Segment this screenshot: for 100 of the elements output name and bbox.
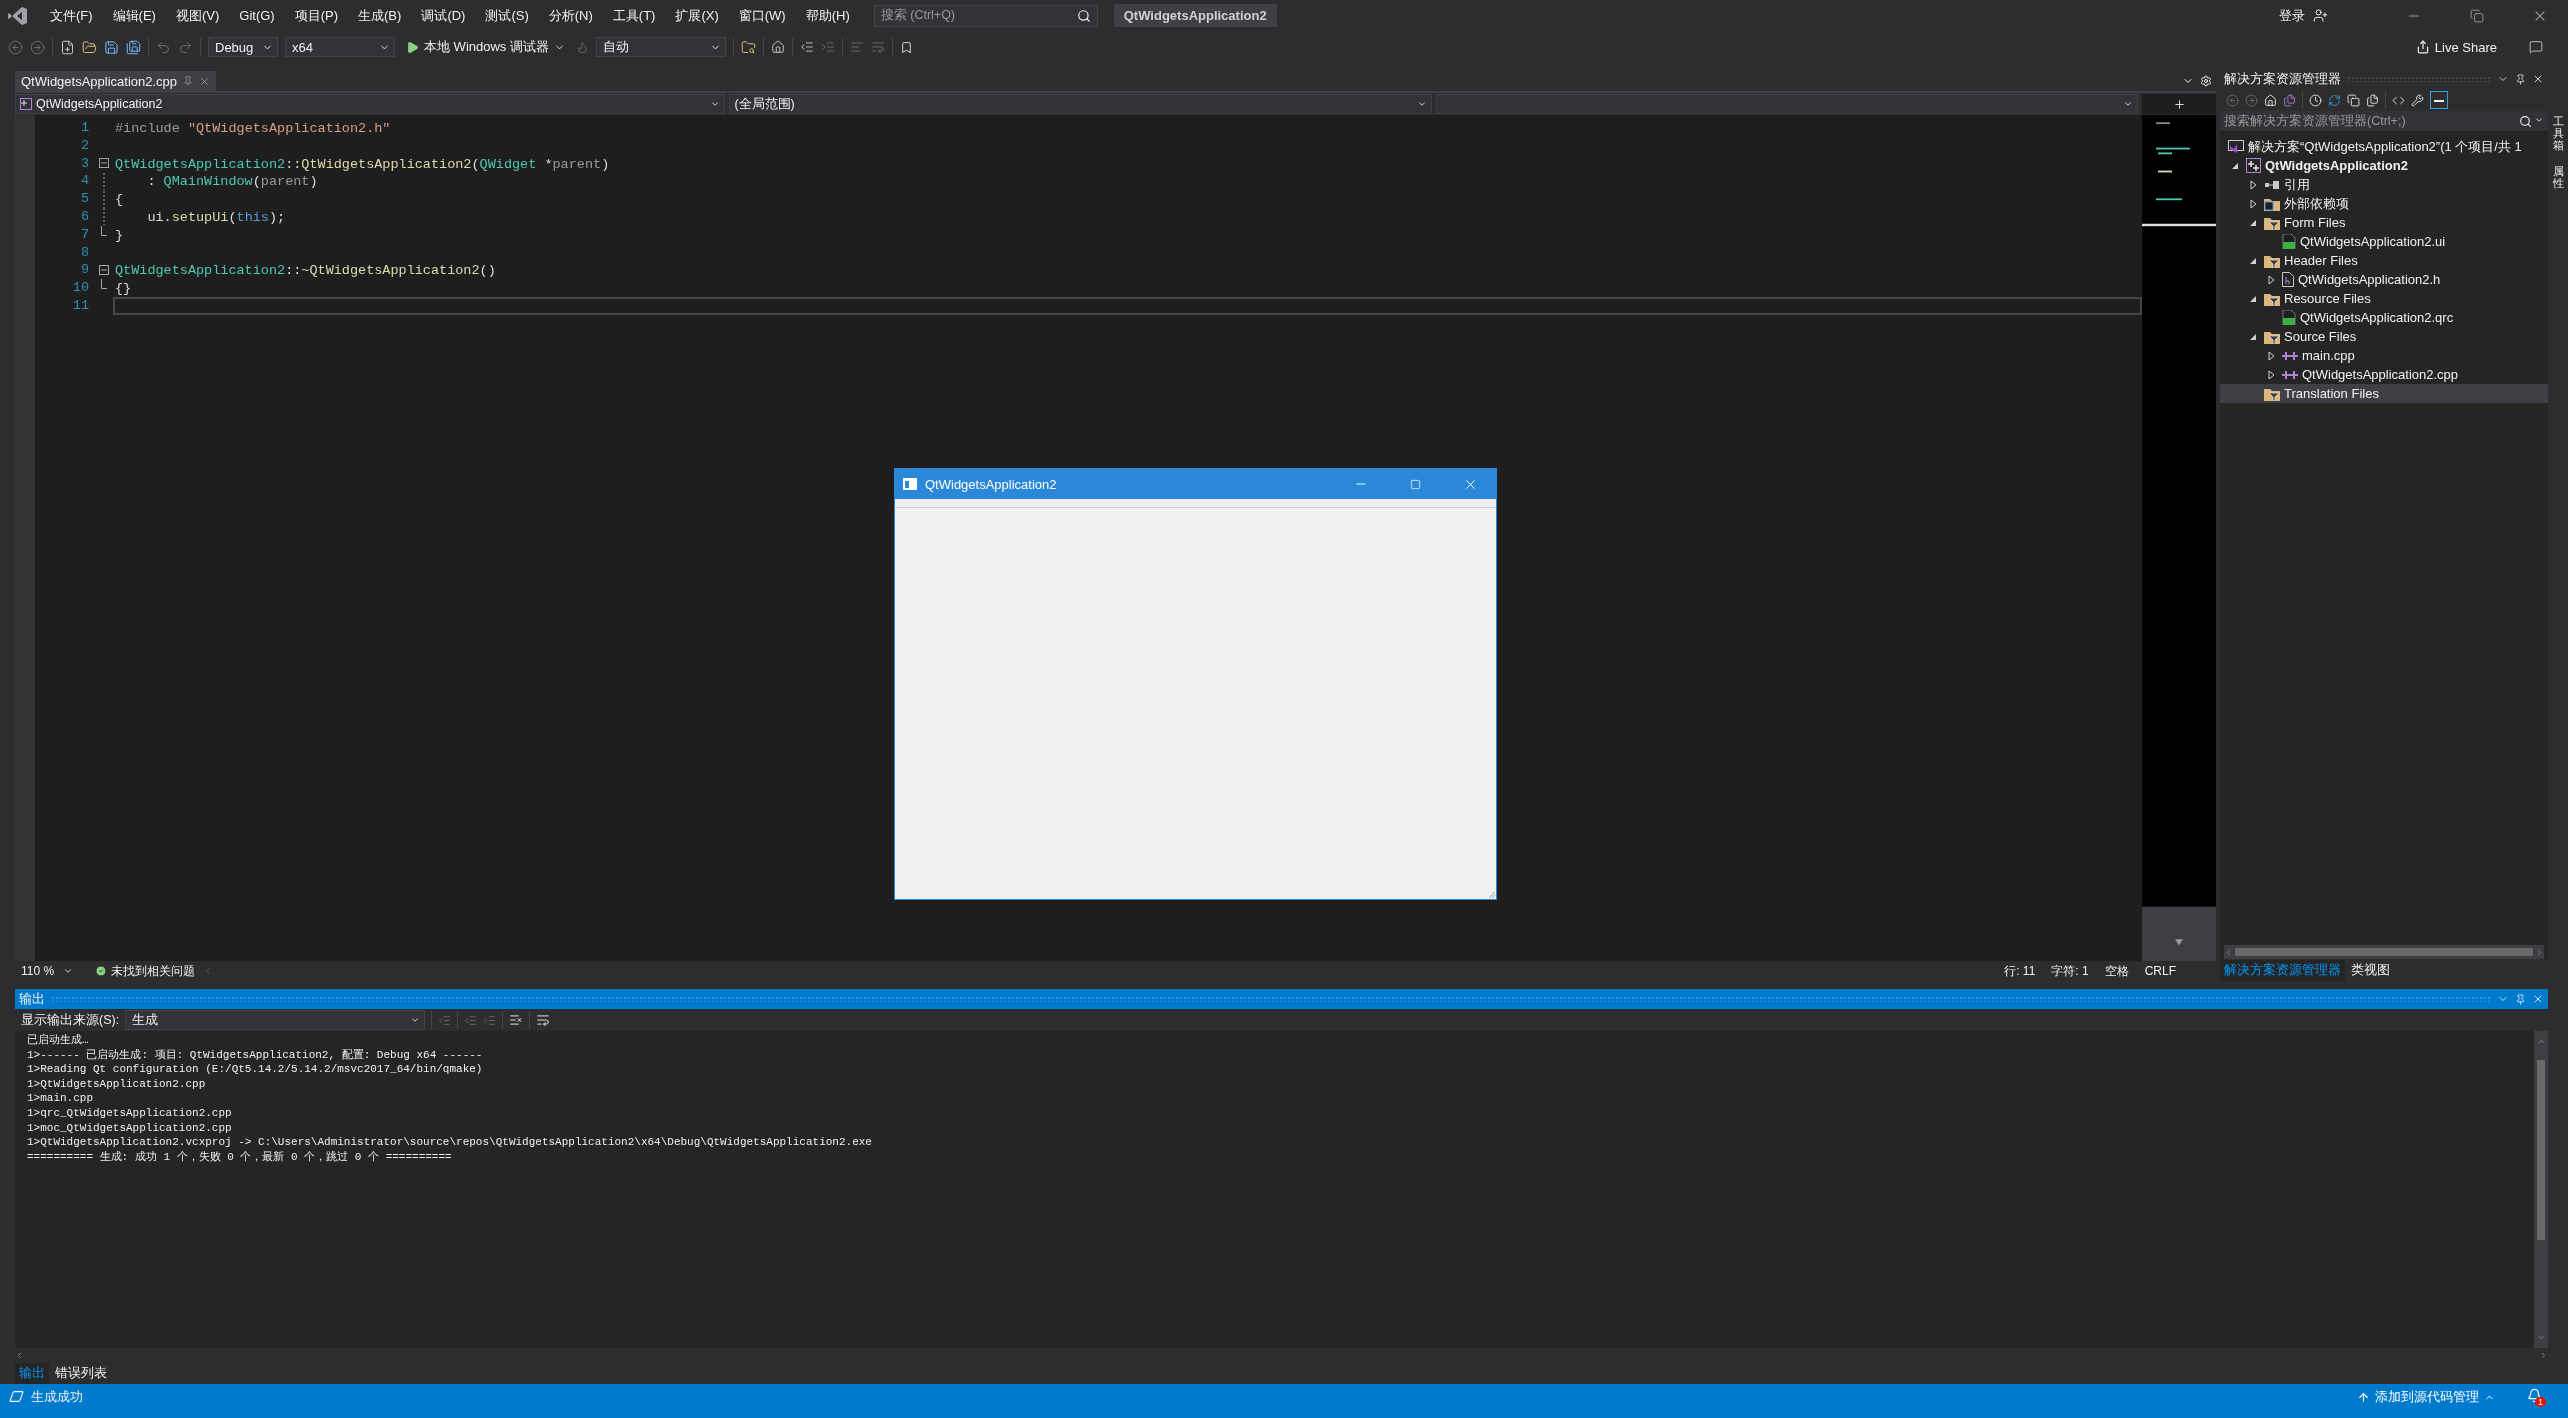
notification-icon[interactable] [2527,1388,2542,1403]
tree-item[interactable]: 解决方案“QtWidgetsApplication2”(1 个项目/共 1 [2220,137,2548,156]
panel-tab[interactable]: 类视图 [2347,959,2394,981]
menu-item[interactable]: 工具(T) [604,2,664,29]
menu-item[interactable]: 测试(S) [477,2,537,29]
menu-item[interactable]: 分析(N) [540,2,601,29]
live-share-button[interactable]: Live Share [2411,37,2501,57]
next-message-icon[interactable] [483,1013,497,1027]
menu-item[interactable]: Git(G) [231,4,283,27]
collapsed-arrow-icon[interactable] [2267,369,2275,380]
tree-item[interactable]: 引用 [2220,175,2548,194]
redo-icon[interactable] [178,39,193,55]
tree-item[interactable]: QtWidgetsApplication2.h [2220,270,2548,289]
scroll-down-icon[interactable] [2536,1333,2546,1342]
scrollbar[interactable] [2534,1031,2548,1348]
scope-dropdown[interactable]: (全局范围) [729,94,1432,114]
pin-icon[interactable] [2515,73,2526,85]
tree-item[interactable]: 外部依赖项 [2220,194,2548,213]
menu-item[interactable]: 调试(D) [413,2,474,29]
back-icon[interactable] [2226,93,2239,107]
tree-item[interactable]: QtWidgetsApplication2 [2220,156,2548,175]
back-icon[interactable] [8,39,23,55]
close-icon[interactable] [2532,73,2544,85]
expanded-arrow-icon[interactable] [2249,332,2257,341]
collapse-all-icon[interactable] [2347,93,2360,107]
outdent-icon[interactable] [799,40,814,54]
side-tab[interactable]: 工具箱 [2552,115,2564,152]
switch-views-icon[interactable] [2283,93,2296,107]
search-field[interactable]: 搜索解决方案资源管理器(Ctrl+;) [2220,111,2548,131]
platform-dropdown[interactable]: x64 [285,37,395,57]
issues-status[interactable]: 未找到相关问题 [111,962,195,980]
collapsed-arrow-icon[interactable] [2267,274,2275,285]
menu-item[interactable]: 扩展(X) [667,2,727,29]
save-icon[interactable] [104,39,119,55]
menu-item[interactable]: 窗口(W) [730,2,794,29]
resize-grip-icon[interactable] [1488,891,1496,899]
uncomment-icon[interactable] [870,40,885,54]
undo-icon[interactable] [156,39,171,55]
sign-in-link[interactable]: 登录 [2275,4,2309,27]
source-control-button[interactable]: 添加到源代码管理 [2357,1388,2495,1406]
forward-icon[interactable] [2245,93,2258,107]
scroll-right-icon[interactable] [2539,1350,2548,1360]
line-status[interactable]: 行: 11 [2004,962,2036,980]
panel-tab[interactable]: 解决方案资源管理器 [2220,959,2345,981]
line-ending-status[interactable]: CRLF [2144,964,2176,978]
open-folder-icon[interactable] [82,39,97,55]
tree-item[interactable]: QtWidgetsApplication2.cpp [2220,365,2548,384]
pending-changes-icon[interactable] [2309,93,2322,107]
find-in-files-icon[interactable] [740,39,756,55]
show-all-files-icon[interactable] [2366,93,2379,107]
maximize-icon[interactable] [1410,478,1421,490]
menu-item[interactable]: 视图(V) [167,2,228,29]
settings-icon[interactable] [2200,75,2212,87]
properties-icon[interactable] [2411,93,2424,107]
home-icon[interactable] [2264,93,2277,107]
search-field[interactable]: 搜索 (Ctrl+Q) [873,4,1098,27]
collapse-icon[interactable] [99,265,109,276]
menu-item[interactable]: 编辑(E) [104,2,164,29]
go-to-line-icon[interactable] [438,1013,452,1027]
menu-item[interactable]: 生成(B) [350,2,410,29]
side-tab[interactable]: 属性 [2552,165,2564,190]
preview-toggle-icon[interactable] [2430,91,2448,109]
expanded-arrow-icon[interactable] [2249,218,2257,227]
tree-item[interactable]: Resource Files [2220,289,2548,308]
clear-all-icon[interactable] [509,1013,524,1027]
tree-item[interactable]: main.cpp [2220,346,2548,365]
tree-item[interactable]: Translation Files [2220,384,2548,403]
scroll-right-icon[interactable] [2535,947,2544,957]
menu-item[interactable]: 帮助(H) [797,2,858,29]
start-debugging-button[interactable]: 本地 Windows 调试器 [402,36,569,58]
scroll-left-icon[interactable] [2224,947,2233,957]
collapsed-arrow-icon[interactable] [2267,350,2275,361]
expanded-arrow-icon[interactable] [2249,294,2257,303]
flame-icon[interactable] [575,40,589,54]
sync-icon[interactable] [2328,93,2341,107]
expanded-arrow-icon[interactable] [2249,256,2257,265]
tree-item[interactable]: Header Files [2220,251,2548,270]
output-source-dropdown[interactable]: 生成 [125,1010,426,1030]
expanded-arrow-icon[interactable] [2231,161,2239,170]
pin-icon[interactable] [2515,993,2526,1005]
indent-status[interactable]: 空格 [2104,962,2129,980]
new-file-icon[interactable] [60,39,75,55]
save-all-icon[interactable] [126,39,141,55]
collapsed-arrow-icon[interactable] [2249,198,2257,209]
scrollbar[interactable] [2224,945,2544,959]
scroll-left-icon[interactable] [15,1350,24,1360]
menu-item[interactable]: 文件(F) [42,2,101,29]
collapsed-arrow-icon[interactable] [2249,179,2257,190]
split-icon[interactable] [2172,97,2186,111]
menu-item[interactable]: 项目(P) [286,2,347,29]
configuration-dropdown[interactable]: Debug [208,37,278,57]
collapse-icon[interactable] [99,158,109,169]
tree-item[interactable]: QtWidgetsApplication2.ui [2220,232,2548,251]
feedback-icon[interactable] [2529,40,2543,54]
forward-icon[interactable] [30,39,45,55]
tree-item[interactable]: Form Files [2220,213,2548,232]
previous-message-icon[interactable] [464,1013,478,1027]
panel-tab[interactable]: 输出 [15,1362,49,1384]
restore-icon[interactable] [2470,8,2484,23]
column-status[interactable]: 字符: 1 [2051,962,2089,980]
